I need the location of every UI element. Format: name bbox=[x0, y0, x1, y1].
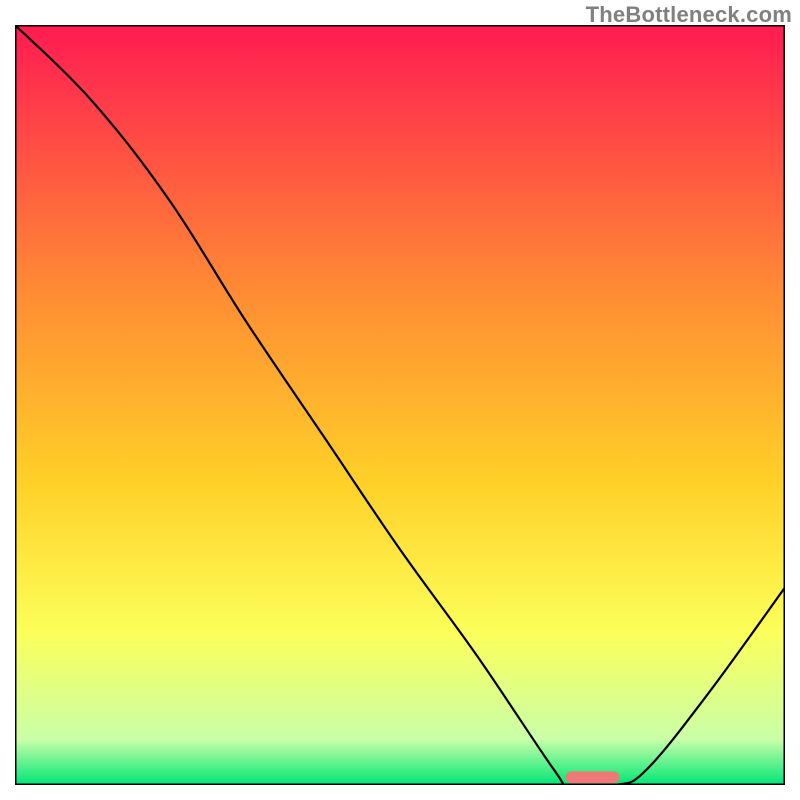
chart-svg bbox=[15, 25, 785, 785]
chart-wrapper: TheBottleneck.com bbox=[0, 0, 800, 800]
background-gradient bbox=[15, 25, 785, 785]
optimal-zone-marker bbox=[566, 771, 620, 783]
plot-area bbox=[15, 25, 785, 785]
watermark-text: TheBottleneck.com bbox=[586, 2, 792, 28]
